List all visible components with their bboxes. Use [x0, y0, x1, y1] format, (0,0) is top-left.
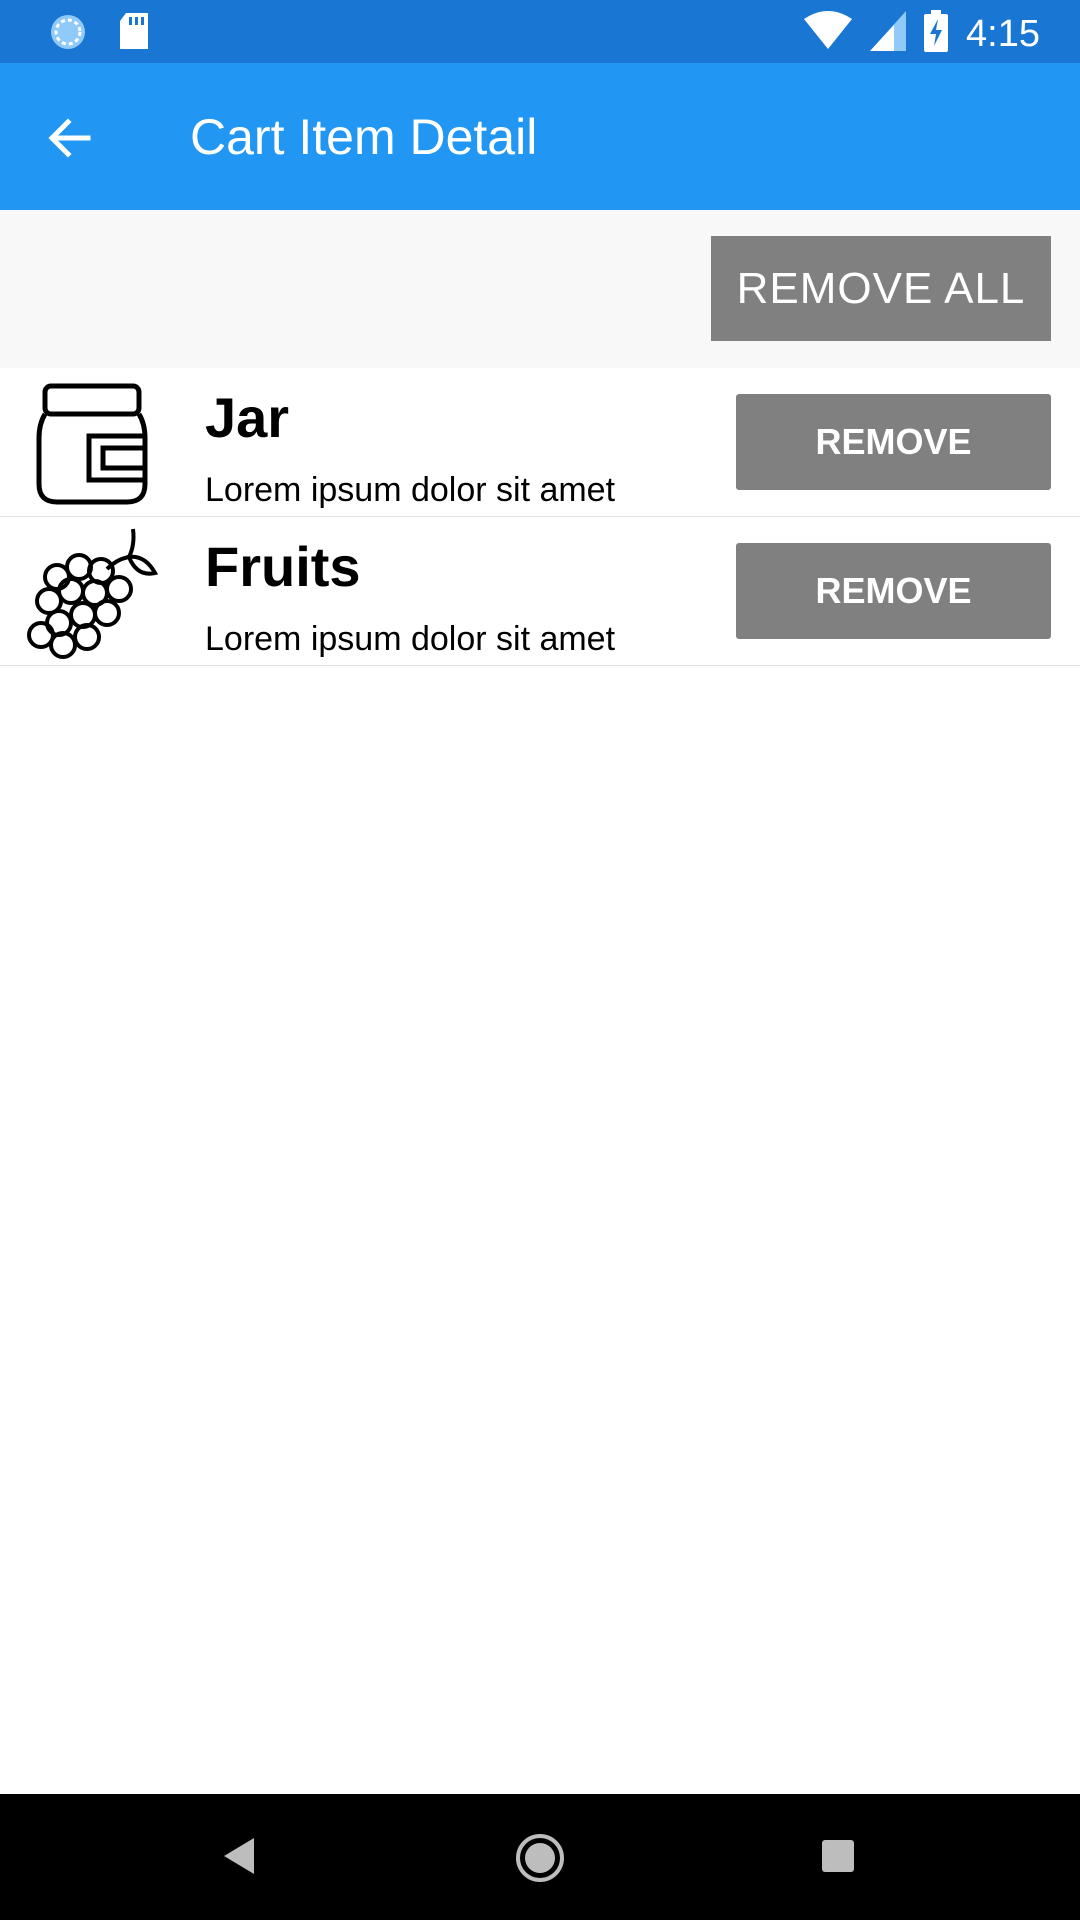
wifi-icon [804, 11, 853, 56]
arrow-back-icon[interactable] [44, 113, 94, 163]
nav-home-icon[interactable] [514, 1832, 566, 1889]
remove-item-button[interactable]: REMOVE [736, 394, 1051, 490]
status-time: 4:15 [966, 12, 1040, 55]
app-bar: Cart Item Detail [0, 63, 1080, 210]
list-item: Jar Lorem ipsum dolor sit amet REMOVE [0, 368, 1080, 517]
nav-back-icon[interactable] [222, 1836, 256, 1881]
signal-icon [870, 11, 907, 56]
nav-recents-icon[interactable] [821, 1839, 855, 1878]
grapes-icon [25, 525, 159, 659]
page-title: Cart Item Detail [190, 109, 538, 165]
sd-card-icon [118, 13, 150, 56]
jar-icon [25, 376, 159, 510]
remove-item-button[interactable]: REMOVE [736, 543, 1051, 639]
list-item: Fruits Lorem ipsum dolor sit amet REMOVE [0, 517, 1080, 666]
cart-item-list: Jar Lorem ipsum dolor sit amet REMOVE Fr… [0, 368, 1080, 666]
sync-icon [48, 12, 88, 57]
battery-charging-icon [924, 10, 949, 57]
item-name: Jar [205, 386, 290, 449]
status-bar: 4:15 [0, 0, 1080, 63]
system-nav-bar [0, 1794, 1080, 1920]
item-description: Lorem ipsum dolor sit amet [205, 620, 616, 658]
remove-all-button[interactable]: REMOVE ALL [711, 236, 1051, 341]
toolbar: REMOVE ALL [0, 210, 1080, 368]
item-name: Fruits [205, 535, 361, 598]
item-description: Lorem ipsum dolor sit amet [205, 471, 616, 509]
